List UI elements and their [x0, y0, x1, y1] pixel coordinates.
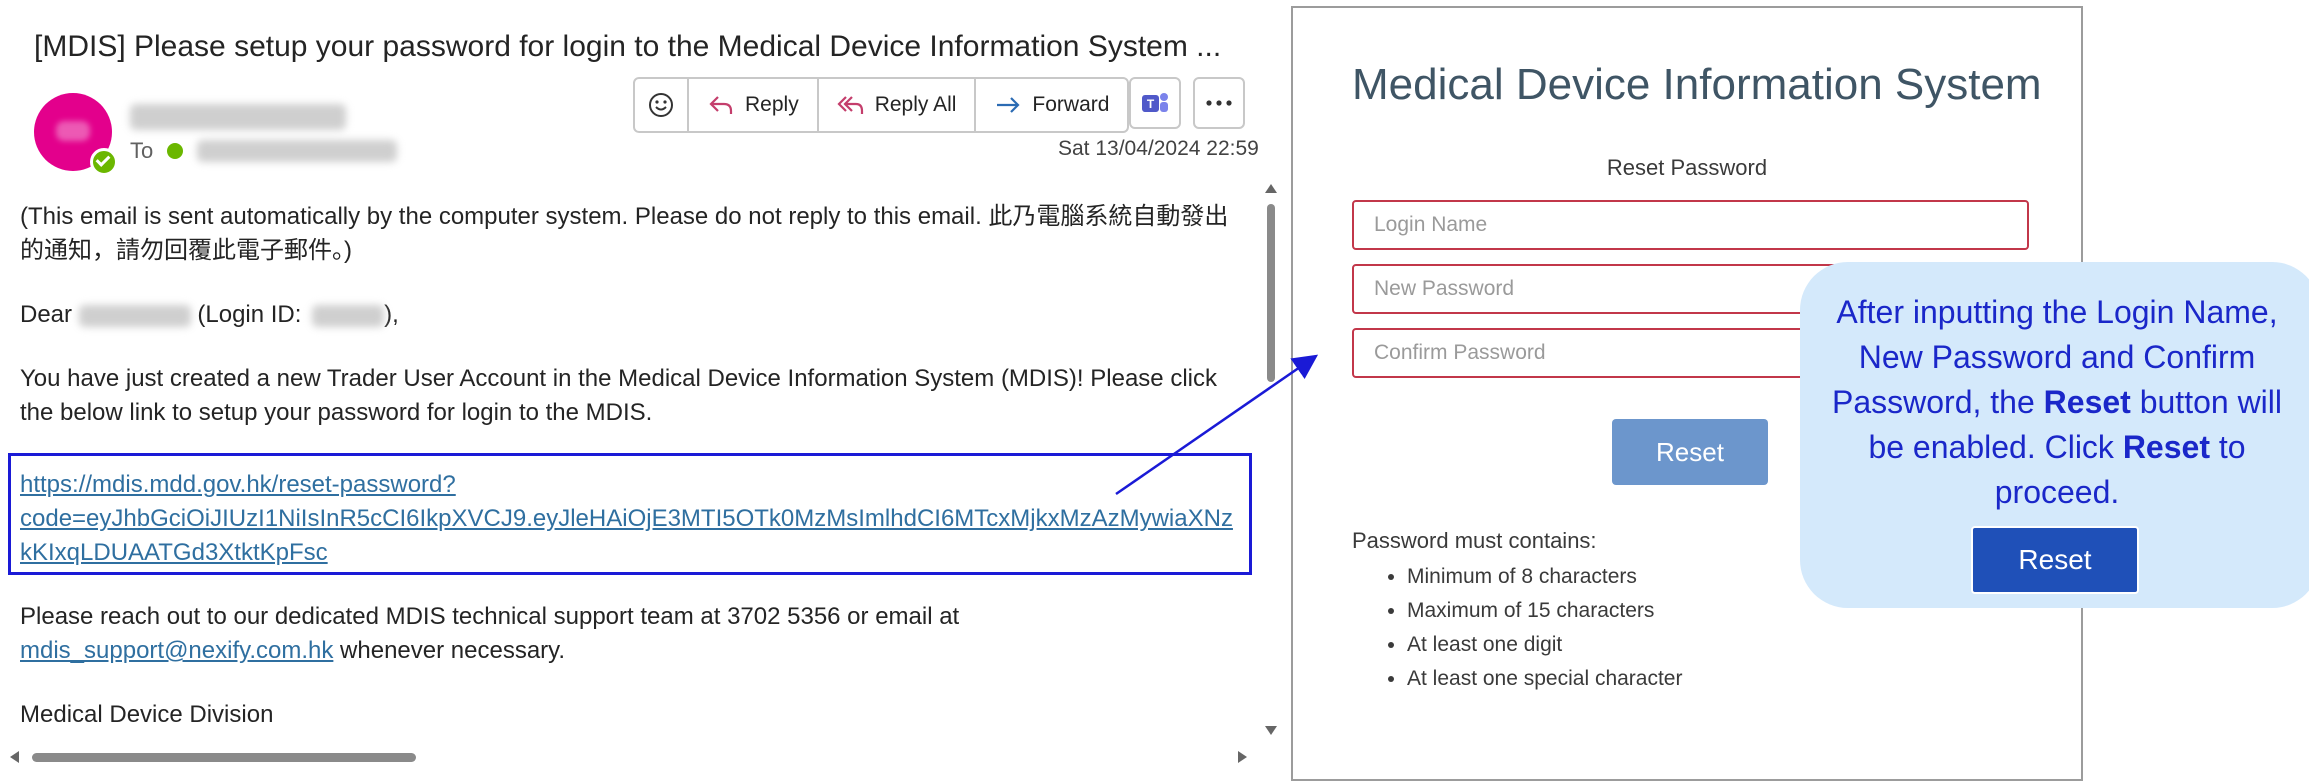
- redacted-recipient-name[interactable]: [197, 140, 398, 162]
- support-text-end: whenever necessary.: [333, 637, 566, 664]
- reply-label: Reply: [745, 93, 799, 116]
- redacted-login-id: [312, 304, 385, 327]
- sender-name-redacted[interactable]: [130, 104, 346, 130]
- login-id-prefix: (Login ID:: [197, 301, 302, 328]
- recipient-row: To: [130, 138, 398, 164]
- forward-button[interactable]: Forward: [976, 79, 1127, 131]
- link-highlight-box: [8, 453, 1252, 575]
- redacted-recipient: [78, 304, 191, 327]
- reply-all-icon: [837, 96, 863, 114]
- reset-button-enabled[interactable]: Reset: [1971, 526, 2139, 594]
- signature: Medical Device Division: [20, 701, 274, 728]
- rule-item: Maximum of 15 characters: [1407, 594, 1682, 628]
- rule-item: Minimum of 8 characters: [1407, 560, 1682, 594]
- reply-icon: [709, 96, 733, 114]
- vertical-scroll-thumb[interactable]: [1267, 204, 1275, 382]
- forward-label: Forward: [1032, 93, 1110, 116]
- message-actions-toolbar: Reply Reply All Forward: [633, 77, 1130, 133]
- forward-icon: [997, 97, 1020, 113]
- reply-all-label: Reply All: [874, 93, 957, 116]
- password-rules-list: Minimum of 8 characters Maximum of 15 ch…: [1375, 560, 1682, 696]
- email-reading-pane: [MDIS] Please setup your password for lo…: [0, 0, 1277, 775]
- support-text: Please reach out to our dedicated MDIS t…: [20, 603, 960, 630]
- email-subject: [MDIS] Please setup your password for lo…: [34, 30, 1222, 63]
- account-created-paragraph: You have just created a new Trader User …: [20, 365, 1217, 426]
- login-name-input[interactable]: [1352, 200, 2029, 250]
- presence-available-icon: [90, 148, 118, 176]
- to-label: To: [130, 138, 154, 163]
- reply-button[interactable]: Reply: [689, 79, 819, 131]
- callout-bold-reset: Reset: [2043, 384, 2131, 420]
- instruction-callout: After inputting the Login Name, New Pass…: [1800, 262, 2309, 608]
- redacted-sender-name: [130, 104, 346, 130]
- auto-notice-paragraph: (This email is sent automatically by the…: [20, 203, 1229, 264]
- avatar-initials-redacted: [56, 121, 90, 141]
- rule-item: At least one digit: [1407, 628, 1682, 662]
- more-actions-button[interactable]: [1193, 77, 1245, 129]
- dear-label: Dear: [20, 301, 73, 328]
- password-rules-title: Password must contains:: [1352, 528, 1597, 553]
- horizontal-scroll-thumb[interactable]: [32, 753, 416, 762]
- scroll-right-icon[interactable]: [1238, 751, 1247, 763]
- support-paragraph: Please reach out to our dedicated MDIS t…: [20, 600, 1250, 668]
- support-email-link[interactable]: mdis_support@nexify.com.hk: [20, 637, 333, 664]
- rule-item: At least one special character: [1407, 662, 1682, 696]
- system-title: Medical Device Information System: [1352, 60, 2042, 109]
- more-icon: [1206, 100, 1232, 106]
- reset-button-disabled[interactable]: Reset: [1612, 419, 1768, 485]
- scroll-up-icon[interactable]: [1265, 184, 1277, 193]
- scroll-down-icon[interactable]: [1265, 726, 1277, 735]
- scroll-left-icon[interactable]: [10, 751, 19, 763]
- email-date: Sat 13/04/2024 22:59: [1058, 137, 1259, 160]
- callout-bold-reset: Reset: [2122, 429, 2210, 465]
- horizontal-scrollbar[interactable]: [10, 748, 1250, 766]
- greeting-line: Dear (Login ID: ),: [20, 298, 1250, 332]
- callout-text: After inputting the Login Name, New Pass…: [1820, 290, 2294, 515]
- smiley-icon: [649, 93, 673, 117]
- teams-icon: T: [1142, 93, 1168, 112]
- reply-all-button[interactable]: Reply All: [819, 79, 977, 131]
- login-id-suffix: ),: [384, 301, 399, 328]
- svg-text:T: T: [1147, 97, 1155, 111]
- vertical-scrollbar[interactable]: [1262, 180, 1280, 740]
- reset-password-heading: Reset Password: [1606, 155, 1768, 180]
- teams-share-button[interactable]: T: [1129, 77, 1181, 129]
- emoji-reaction-button[interactable]: [635, 79, 689, 131]
- recipient-presence-icon: [167, 143, 184, 159]
